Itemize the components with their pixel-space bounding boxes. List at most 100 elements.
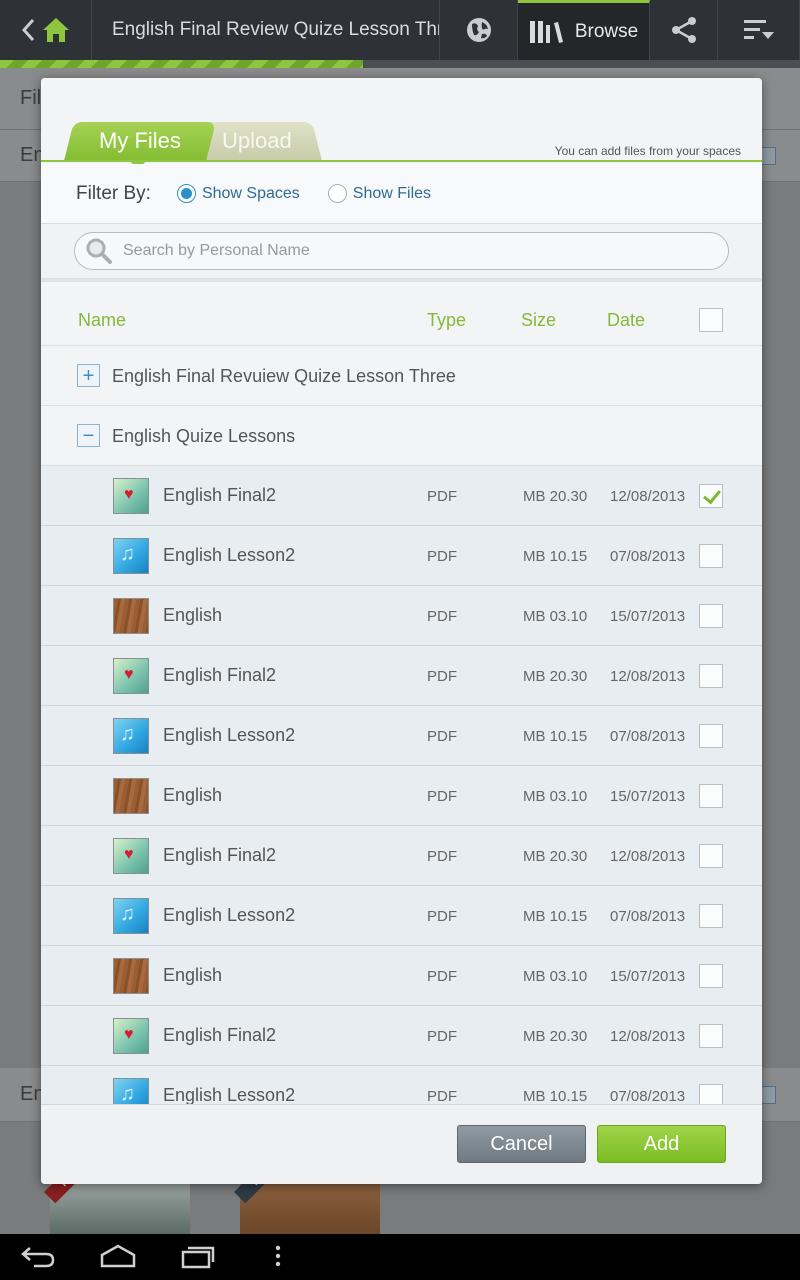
file-checkbox[interactable] bbox=[699, 604, 723, 628]
overflow-menu-icon[interactable] bbox=[272, 1243, 284, 1269]
table-row[interactable]: English Final2 PDF MB 20.30 12/08/2013 bbox=[41, 466, 762, 526]
file-size: MB 03.10 bbox=[523, 788, 588, 805]
table-row[interactable]: English Lesson2 PDF MB 10.15 07/08/2013 bbox=[41, 526, 762, 586]
file-checkbox[interactable] bbox=[699, 724, 723, 748]
file-type: PDF bbox=[427, 668, 457, 685]
table-row[interactable]: English Final2 PDF MB 20.30 12/08/2013 bbox=[41, 1006, 762, 1066]
table-row[interactable]: English Final2 PDF MB 20.30 12/08/2013 bbox=[41, 826, 762, 886]
filter-label: Filter By: bbox=[76, 182, 151, 204]
file-thumbnail bbox=[113, 658, 149, 694]
file-list: Name Type Size Date + English Final Revu… bbox=[41, 282, 762, 1104]
nav-back-icon[interactable] bbox=[20, 1243, 56, 1269]
dialog-hint: You can add files from your spaces bbox=[554, 144, 741, 158]
file-checkbox[interactable] bbox=[699, 784, 723, 808]
file-checkbox[interactable] bbox=[699, 904, 723, 928]
search-box bbox=[74, 232, 729, 270]
file-size: MB 03.10 bbox=[523, 608, 588, 625]
add-button[interactable]: Add bbox=[597, 1125, 726, 1163]
file-date: 12/08/2013 bbox=[610, 488, 686, 505]
file-checkbox[interactable] bbox=[699, 664, 723, 688]
action-bar: English Final Review Quize Lesson Three … bbox=[0, 0, 800, 60]
file-thumbnail bbox=[113, 778, 149, 814]
file-checkbox[interactable] bbox=[699, 1024, 723, 1048]
dialog-footer: Cancel Add bbox=[41, 1104, 762, 1184]
file-type: PDF bbox=[427, 608, 457, 625]
share-button[interactable] bbox=[650, 0, 718, 60]
file-checkbox[interactable] bbox=[699, 484, 723, 508]
show-files-radio[interactable]: Show Files bbox=[327, 184, 432, 203]
sort-menu-button[interactable] bbox=[718, 0, 800, 60]
table-row[interactable]: English PDF MB 03.10 15/07/2013 bbox=[41, 946, 762, 1006]
globe-button[interactable] bbox=[440, 0, 518, 60]
collapse-icon[interactable]: − bbox=[77, 424, 100, 447]
show-spaces-radio[interactable]: Show Spaces bbox=[176, 184, 300, 203]
search-input[interactable] bbox=[123, 242, 683, 260]
sort-menu-icon bbox=[743, 20, 774, 39]
table-row[interactable]: English Final2 PDF MB 20.30 12/08/2013 bbox=[41, 646, 762, 706]
app-title: English Final Review Quize Lesson Three bbox=[92, 0, 440, 60]
library-books-icon bbox=[529, 20, 563, 43]
cancel-button[interactable]: Cancel bbox=[457, 1125, 586, 1163]
file-name: English Lesson2 bbox=[163, 545, 296, 565]
file-size: MB 10.15 bbox=[523, 728, 588, 745]
file-size: MB 20.30 bbox=[523, 668, 588, 685]
file-size: MB 10.15 bbox=[523, 1088, 588, 1104]
file-date: 07/08/2013 bbox=[610, 1088, 686, 1104]
column-size: Size bbox=[521, 310, 557, 330]
column-type: Type bbox=[427, 310, 467, 330]
file-thumbnail bbox=[113, 1078, 149, 1104]
file-type: PDF bbox=[427, 1088, 457, 1104]
table-row[interactable]: English PDF MB 03.10 15/07/2013 bbox=[41, 586, 762, 646]
file-date: 07/08/2013 bbox=[610, 548, 686, 565]
table-header: Name Type Size Date bbox=[41, 282, 762, 346]
search-row bbox=[41, 224, 762, 282]
file-checkbox[interactable] bbox=[699, 1084, 723, 1104]
column-date: Date bbox=[607, 310, 646, 330]
show-spaces-label: Show Spaces bbox=[201, 184, 300, 202]
tab-my-files-label: My Files bbox=[99, 128, 181, 153]
file-size: MB 03.10 bbox=[523, 968, 588, 985]
file-size: MB 20.30 bbox=[523, 1028, 588, 1045]
file-name: English Lesson2 bbox=[163, 1085, 296, 1104]
column-name: Name bbox=[78, 310, 127, 330]
browse-button[interactable]: Browse bbox=[518, 0, 650, 60]
file-type: PDF bbox=[427, 848, 457, 865]
file-rows: English Final2PDFMB 20.3012/08/2013Engli… bbox=[41, 466, 762, 1104]
tab-my-files[interactable]: My Files bbox=[64, 122, 216, 160]
show-files-label: Show Files bbox=[352, 184, 432, 202]
file-checkbox[interactable] bbox=[699, 844, 723, 868]
progress-fill bbox=[0, 60, 363, 68]
file-checkbox[interactable] bbox=[699, 964, 723, 988]
file-type: PDF bbox=[427, 728, 457, 745]
app-title-text: English Final Review Quize Lesson Three bbox=[112, 19, 439, 40]
nav-recents-icon[interactable] bbox=[180, 1243, 216, 1269]
file-date: 07/08/2013 bbox=[610, 908, 686, 925]
file-checkbox[interactable] bbox=[699, 544, 723, 568]
file-name: English bbox=[163, 785, 223, 805]
expand-icon[interactable]: + bbox=[77, 364, 100, 387]
home-icon bbox=[42, 18, 69, 42]
file-type: PDF bbox=[427, 1028, 457, 1045]
radio-dot bbox=[327, 184, 347, 203]
table-row[interactable]: English Lesson2 PDF MB 10.15 07/08/2013 bbox=[41, 1066, 762, 1104]
search-icon bbox=[86, 238, 112, 264]
group-name: English Quize Lessons bbox=[112, 426, 296, 446]
nav-home-icon[interactable] bbox=[99, 1243, 137, 1269]
home-button[interactable] bbox=[0, 0, 92, 60]
file-date: 12/08/2013 bbox=[610, 848, 686, 865]
select-all-checkbox[interactable] bbox=[699, 308, 723, 332]
table-row[interactable]: English PDF MB 03.10 15/07/2013 bbox=[41, 766, 762, 826]
background-thumbnail: Taken bbox=[234, 1144, 380, 1234]
group-row-collapsed[interactable]: + English Final Revuiew Quize Lesson Thr… bbox=[41, 346, 762, 406]
table-row[interactable]: English Lesson2 PDF MB 10.15 07/08/2013 bbox=[41, 886, 762, 946]
file-date: 15/07/2013 bbox=[610, 968, 686, 985]
file-thumbnail bbox=[113, 598, 149, 634]
file-name: English Final2 bbox=[163, 485, 277, 505]
file-thumbnail bbox=[113, 958, 149, 994]
dialog-tabs: Upload My Files You can add files from y… bbox=[41, 78, 762, 162]
table-row[interactable]: English Lesson2 PDF MB 10.15 07/08/2013 bbox=[41, 706, 762, 766]
file-type: PDF bbox=[427, 788, 457, 805]
group-row-expanded[interactable]: − English Quize Lessons bbox=[41, 406, 762, 466]
file-name: English Final2 bbox=[163, 665, 277, 685]
browse-label: Browse bbox=[574, 20, 639, 42]
